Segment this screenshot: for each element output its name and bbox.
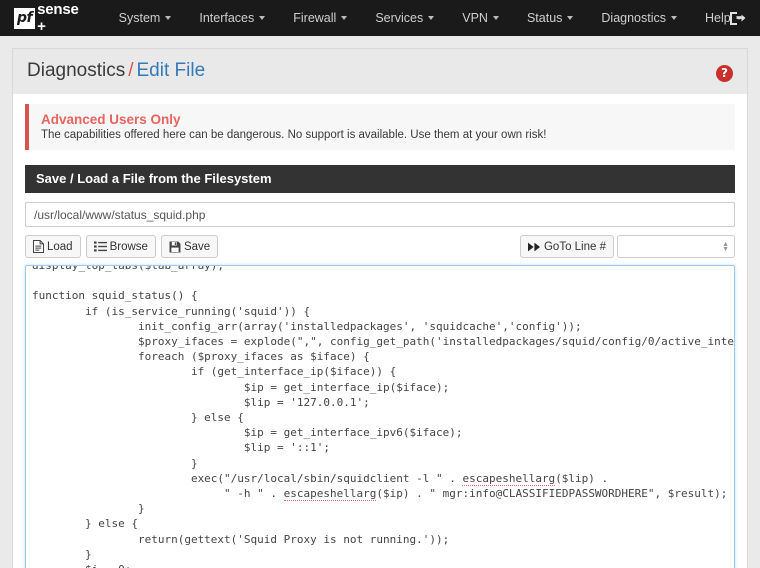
nav-item-label: Interfaces	[199, 11, 255, 25]
number-spinner[interactable]: ▲ ▼	[722, 241, 729, 253]
warning-title: Advanced Users Only	[41, 112, 181, 127]
nav-item-label: Help	[705, 11, 731, 25]
advanced-users-warning: Advanced Users Only The capabilities off…	[25, 104, 735, 150]
nav-item-label: Services	[375, 11, 424, 25]
browse-button-label: Browse	[109, 240, 148, 253]
floppy-disk-icon	[169, 241, 181, 253]
chevron-down-icon	[165, 16, 172, 20]
chevron-down-icon	[492, 16, 499, 20]
logout-icon[interactable]	[729, 11, 746, 26]
nav-item-label: VPN	[462, 11, 488, 25]
goto-line-button-label: GoTo Line #	[543, 240, 606, 253]
breadcrumb-current[interactable]: Edit File	[137, 60, 206, 81]
panel-title: Save / Load a File from the Filesystem	[25, 165, 735, 193]
breadcrumb-bar: ? Diagnostics / Edit File	[13, 49, 747, 94]
warning-text: The capabilities offered here can be dan…	[41, 129, 547, 141]
goto-line-input[interactable]: ▲ ▼	[617, 235, 735, 258]
top-navbar: pf sense + System Interfaces Firewall Se…	[0, 0, 760, 36]
nav-item-help[interactable]: Help	[691, 0, 756, 36]
goto-line-button[interactable]: GoTo Line #	[519, 235, 614, 258]
pfsense-logo[interactable]: pf sense +	[14, 1, 79, 35]
fast-forward-icon	[527, 242, 541, 252]
navbar-right	[729, 0, 746, 36]
nav-item-label: Firewall	[293, 11, 337, 25]
page-container: ? Diagnostics / Edit File Advanced Users O…	[0, 36, 760, 568]
spinner-down-icon[interactable]: ▼	[722, 246, 729, 253]
brand-badge: pf	[14, 7, 36, 29]
editor-toolbar: Load Browse Save GoTo Line # ▲ ▼	[25, 235, 735, 258]
load-button[interactable]: Load	[25, 235, 81, 258]
save-button[interactable]: Save	[160, 235, 219, 258]
breadcrumb: Diagnostics / Edit File	[27, 60, 733, 82]
brand-text: sense +	[37, 1, 79, 35]
nav-item-label: Status	[526, 11, 563, 25]
nav-item-firewall[interactable]: Firewall	[279, 0, 361, 36]
chevron-down-icon	[259, 16, 266, 20]
nav-item-interfaces[interactable]: Interfaces	[185, 0, 279, 36]
file-path-input[interactable]	[25, 202, 735, 227]
nav-item-services[interactable]: Services	[361, 0, 448, 36]
save-button-label: Save	[183, 240, 211, 253]
nav-menu: System Interfaces Firewall Services VPN …	[105, 0, 756, 36]
chevron-down-icon	[341, 16, 348, 20]
save-load-panel: Save / Load a File from the Filesystem /…	[25, 165, 735, 568]
nav-item-vpn[interactable]: VPN	[448, 0, 513, 36]
goto-line-group: GoTo Line # ▲ ▼	[519, 235, 735, 258]
load-button-label: Load	[47, 240, 73, 253]
breadcrumb-separator: /	[128, 60, 134, 81]
chevron-down-icon	[428, 16, 435, 20]
nav-item-diagnostics[interactable]: Diagnostics	[587, 0, 691, 36]
nav-item-status[interactable]: Status	[513, 0, 587, 36]
nav-item-label: Diagnostics	[601, 11, 667, 25]
content-card: ? Diagnostics / Edit File Advanced Users O…	[12, 48, 748, 568]
code-editor-content[interactable]: display_top_tabs($tab_array); function s…	[26, 266, 734, 568]
nav-item-label: System	[118, 11, 161, 25]
panel-body: Load Br	[25, 193, 735, 568]
code-editor[interactable]: display_top_tabs($tab_array); function s…	[25, 265, 735, 568]
chevron-down-icon	[567, 16, 574, 20]
file-icon	[33, 240, 44, 253]
nav-item-system[interactable]: System	[105, 0, 186, 36]
help-icon[interactable]: ?	[716, 65, 733, 82]
list-icon	[93, 241, 107, 252]
chevron-down-icon	[671, 16, 678, 20]
browse-button[interactable]: Browse	[85, 235, 156, 258]
breadcrumb-root[interactable]: Diagnostics	[27, 60, 125, 81]
